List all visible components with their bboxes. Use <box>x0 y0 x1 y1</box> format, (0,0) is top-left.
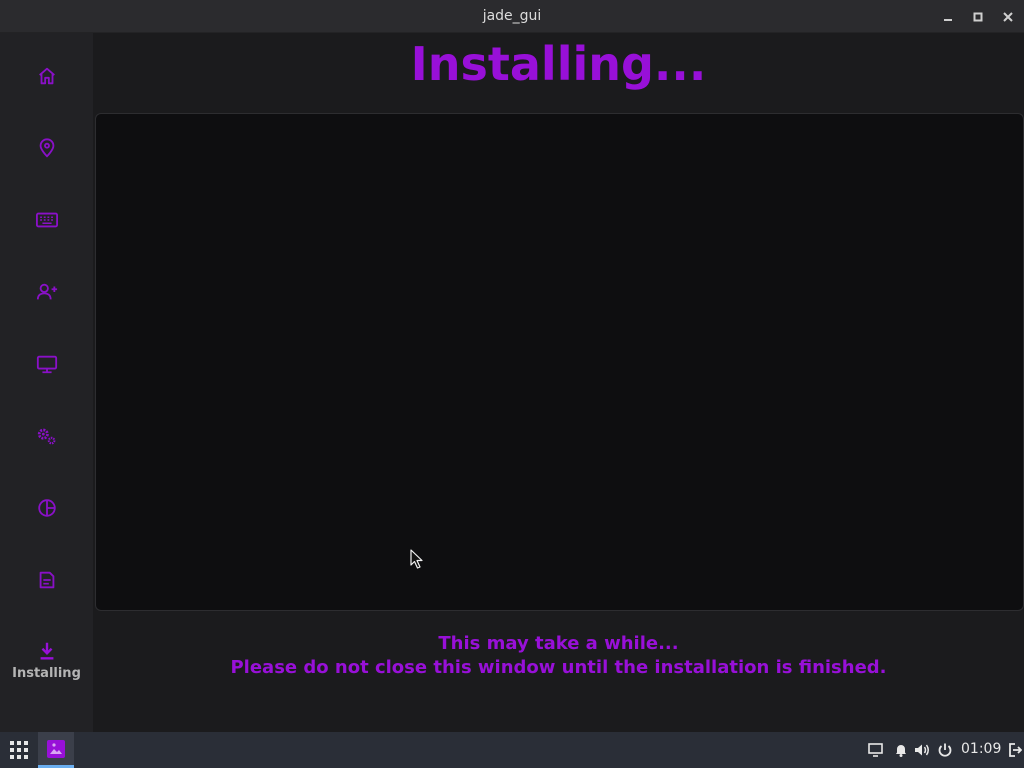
logout-icon[interactable] <box>1008 742 1023 762</box>
wait-message: This may take a while... <box>438 633 679 654</box>
partition-pie-icon <box>37 499 56 517</box>
maximize-button[interactable] <box>969 8 987 26</box>
taskbar: 01:09 <box>0 732 1024 768</box>
bell-icon[interactable] <box>893 742 909 762</box>
app-grid-icon <box>9 741 28 759</box>
sidebar-item-label: Installing <box>12 665 81 681</box>
minimize-icon <box>944 19 952 21</box>
location-pin-icon <box>39 138 54 158</box>
sidebar-item-installing[interactable]: Installing <box>0 630 93 690</box>
power-icon[interactable] <box>937 742 953 762</box>
title-bar: jade_gui <box>0 0 1024 33</box>
sidebar-item-desktop[interactable] <box>0 334 93 394</box>
mouse-cursor-icon <box>410 549 424 573</box>
maximize-icon <box>973 12 983 22</box>
install-log-output[interactable] <box>95 113 1024 611</box>
settings-gears-icon <box>37 428 55 445</box>
minimize-button[interactable] <box>939 8 957 26</box>
download-icon <box>40 642 53 660</box>
main-content: Installing... This may take a while... P… <box>93 33 1024 732</box>
summary-document-icon <box>39 571 54 589</box>
display-icon[interactable] <box>867 742 884 762</box>
sidebar-item-summary[interactable] <box>0 550 93 610</box>
sidebar-item-keyboard[interactable] <box>0 190 93 250</box>
sidebar: Installing <box>0 33 93 732</box>
close-button[interactable] <box>999 8 1017 26</box>
close-icon <box>1003 12 1013 22</box>
keyboard-icon <box>35 212 58 228</box>
home-icon <box>38 67 55 85</box>
taskbar-item-jade-gui[interactable] <box>38 732 74 768</box>
warning-message: Please do not close this window until th… <box>230 657 887 678</box>
volume-icon[interactable] <box>913 742 931 762</box>
page-title: Installing... <box>410 37 707 91</box>
window-title: jade_gui <box>482 8 542 24</box>
monitor-icon <box>36 355 57 374</box>
sidebar-item-misc-settings[interactable] <box>0 406 93 466</box>
jade-gui-app-icon <box>47 739 65 758</box>
add-user-icon <box>36 283 57 300</box>
sidebar-item-partitioning[interactable] <box>0 478 93 538</box>
sidebar-item-location[interactable] <box>0 118 93 178</box>
sidebar-item-users[interactable] <box>0 262 93 322</box>
sidebar-item-welcome[interactable] <box>0 46 93 106</box>
clock[interactable]: 01:09 <box>961 741 1001 757</box>
app-launcher-button[interactable] <box>0 732 37 768</box>
